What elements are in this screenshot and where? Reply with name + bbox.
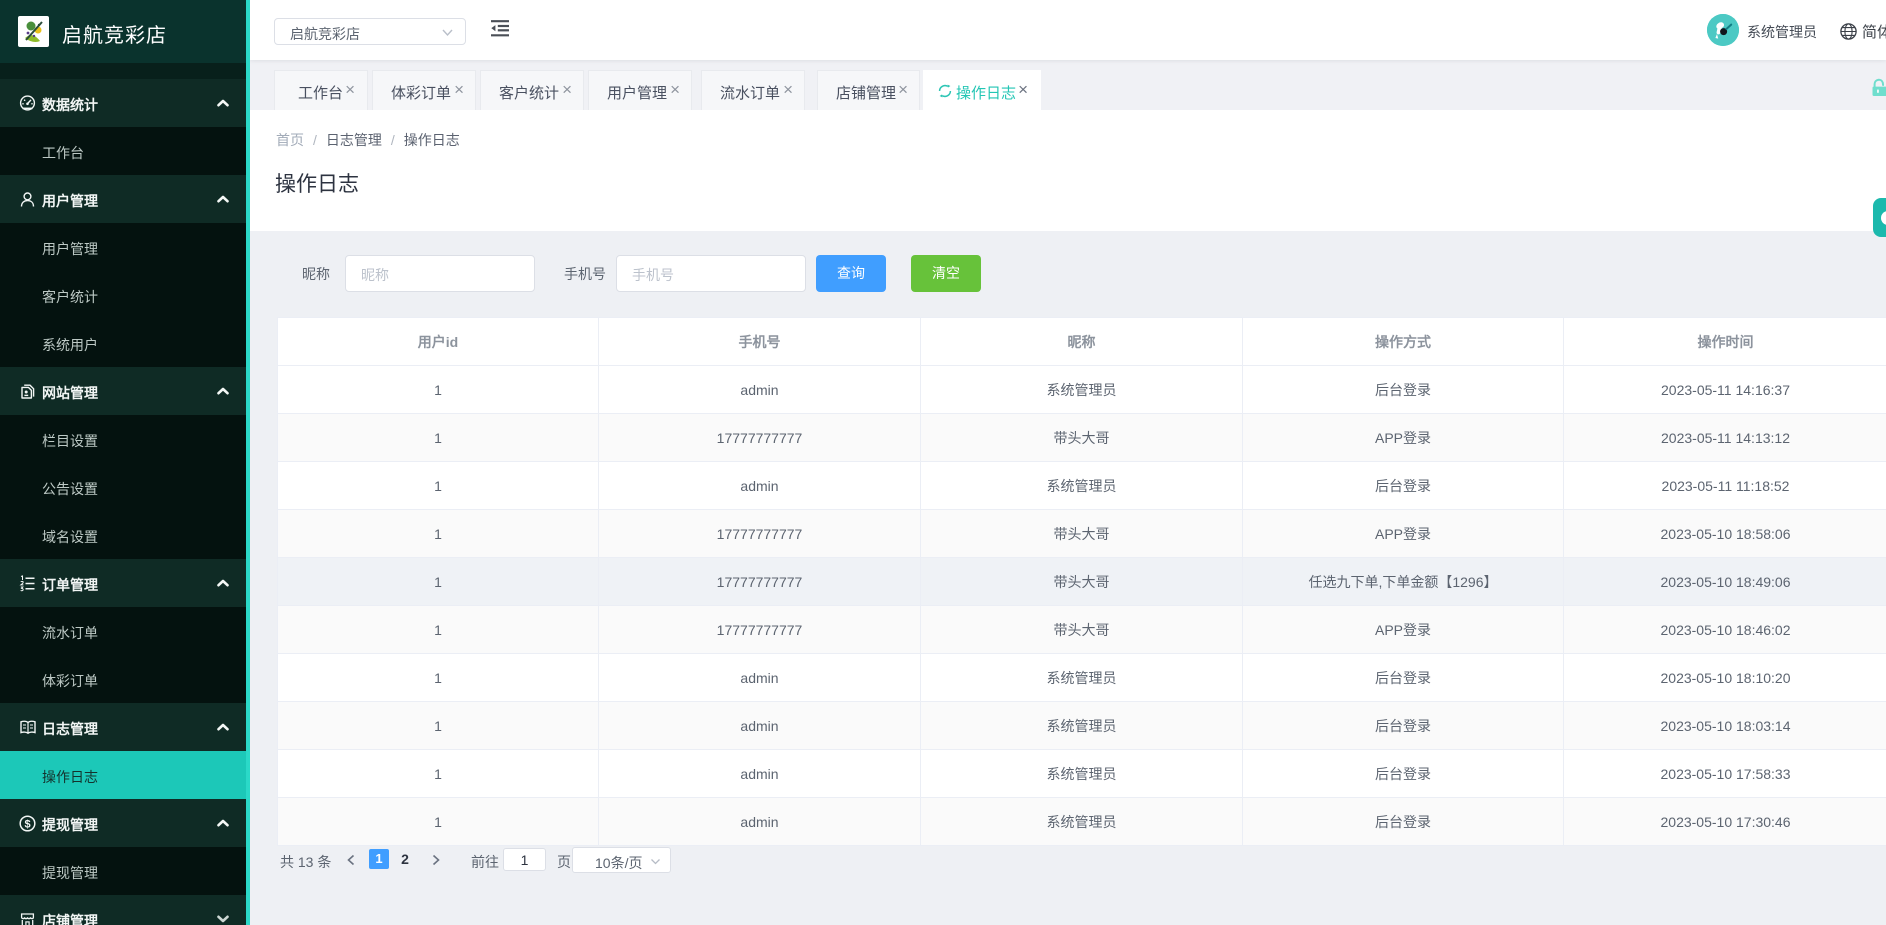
svg-text:$: $	[24, 818, 30, 830]
